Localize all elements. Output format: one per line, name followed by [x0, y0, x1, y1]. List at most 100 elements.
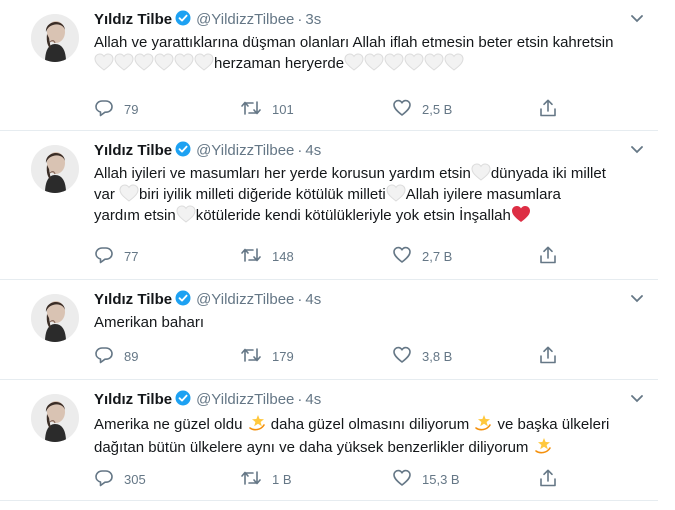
- verified-badge-icon: [175, 141, 191, 157]
- reply-button[interactable]: 305: [94, 468, 146, 488]
- reply-count: 305: [124, 472, 146, 487]
- tweet-text-seg-a: Amerika ne güzel oldu: [94, 416, 243, 433]
- like-count: 2,7 B: [422, 249, 453, 264]
- retweet-button[interactable]: 101: [240, 98, 294, 118]
- retweet-count: 1 B: [272, 472, 292, 487]
- timestamp[interactable]: 4s: [305, 391, 321, 408]
- white-heart-emoji: [194, 53, 214, 71]
- reply-button[interactable]: 77: [94, 245, 138, 265]
- reply-icon: [95, 470, 113, 487]
- tweet-text: Amerika ne güzel oldu daha güzel olmasın…: [94, 412, 648, 458]
- author-handle[interactable]: @YildizzTilbee: [196, 142, 294, 159]
- avatar[interactable]: [31, 145, 79, 193]
- like-count: 15,3 B: [422, 472, 460, 487]
- tweet-text-seg-g: kötüleride kendi kötülükleriyle yok etsi…: [195, 207, 511, 224]
- retweet-button[interactable]: 179: [240, 345, 294, 365]
- white-heart-emoji: [154, 53, 174, 71]
- tweet-text-seg-b: dünyada iki millet: [490, 165, 606, 182]
- white-heart-emoji: [119, 184, 139, 202]
- reply-icon: [95, 100, 113, 117]
- dizzy-star-emoji: [247, 412, 267, 432]
- white-heart-emoji: [384, 53, 404, 71]
- tweet-text-seg-d: dağıtan bütün ülkelere aynı ve daha yüks…: [94, 439, 529, 456]
- like-button[interactable]: 3,8 B: [392, 345, 452, 365]
- reply-count: 77: [124, 249, 139, 264]
- share-icon: [540, 469, 556, 487]
- retweet-icon: [241, 101, 261, 115]
- author-handle[interactable]: @YildizzTilbee: [196, 11, 294, 28]
- reply-icon: [95, 247, 113, 264]
- avatar[interactable]: [31, 394, 79, 442]
- timestamp[interactable]: 4s: [305, 291, 321, 308]
- retweet-count: 148: [272, 249, 294, 264]
- white-heart-emoji: [444, 53, 464, 71]
- like-button[interactable]: 2,5 B: [392, 98, 452, 118]
- tweet-text: Allah ve yarattıklarına düşman olanları …: [94, 32, 648, 74]
- share-button[interactable]: [538, 345, 568, 365]
- verified-badge-icon: [175, 390, 191, 406]
- reply-button[interactable]: 79: [94, 98, 138, 118]
- heart-icon: [393, 246, 411, 263]
- white-heart-emoji: [471, 163, 491, 181]
- tweet-text: Amerikan baharı: [94, 314, 205, 331]
- reply-button[interactable]: 89: [94, 345, 138, 365]
- tweet-text-seg-c: ve başka ülkeleri: [497, 416, 610, 433]
- avatar[interactable]: [31, 14, 79, 62]
- like-count: 2,5 B: [422, 102, 453, 117]
- tweet-text-seg-b: daha güzel olmasını diliyorum: [270, 416, 470, 433]
- tweet-text-seg-d: biri iyilik milleti diğeride kötülük mil…: [139, 186, 386, 203]
- like-count: 3,8 B: [422, 349, 453, 364]
- white-heart-emoji: [176, 205, 196, 223]
- separator-dot: ·: [297, 391, 303, 408]
- retweet-count: 179: [272, 349, 294, 364]
- reply-count: 79: [124, 102, 139, 117]
- tweet-feed: Yıldız Tilbe @YildizzTilbee · 3s Allah ve y…: [0, 0, 675, 510]
- verified-badge-icon: [175, 10, 191, 26]
- avatar[interactable]: [31, 294, 79, 342]
- red-heart-emoji: [511, 205, 531, 223]
- tweet-actions: 89 179 3,8 B: [94, 345, 564, 365]
- verified-badge-icon: [175, 290, 191, 306]
- heart-icon: [393, 469, 411, 486]
- tweet-4[interactable]: Yıldız Tilbe @YildizzTilbee · 4s Amerika ne…: [0, 380, 658, 501]
- timestamp[interactable]: 4s: [305, 142, 321, 159]
- retweet-button[interactable]: 1 B: [240, 468, 292, 488]
- reply-icon: [95, 347, 113, 364]
- white-heart-emoji: [364, 53, 384, 71]
- author-handle[interactable]: @YildizzTilbee: [196, 391, 294, 408]
- share-button[interactable]: [538, 98, 568, 118]
- tweet-1[interactable]: Yıldız Tilbe @YildizzTilbee · 3s Allah ve y…: [0, 0, 658, 131]
- author-name[interactable]: Yıldız Tilbe: [94, 11, 172, 28]
- retweet-count: 101: [272, 102, 294, 117]
- white-heart-emoji: [344, 53, 364, 71]
- author-name[interactable]: Yıldız Tilbe: [94, 391, 172, 408]
- like-button[interactable]: 15,3 B: [392, 468, 460, 488]
- separator-dot: ·: [297, 142, 303, 159]
- author-handle[interactable]: @YildizzTilbee: [196, 291, 294, 308]
- share-icon: [540, 99, 556, 117]
- share-icon: [540, 246, 556, 264]
- share-button[interactable]: [538, 245, 568, 265]
- heart-icon: [393, 99, 411, 116]
- tweet-text-seg-e: Allah iyilere masumlara: [405, 186, 561, 203]
- author-name[interactable]: Yıldız Tilbe: [94, 142, 172, 159]
- like-button[interactable]: 2,7 B: [392, 245, 452, 265]
- separator-dot: ·: [297, 291, 303, 308]
- white-heart-emoji: [174, 53, 194, 71]
- tweet-text-line1: Allah ve yarattıklarına düşman olanları …: [94, 34, 614, 51]
- share-icon: [540, 346, 556, 364]
- tweet-text: Allah iyileri ve masumları her yerde kor…: [94, 163, 648, 226]
- share-button[interactable]: [538, 468, 568, 488]
- tweet-3[interactable]: Yıldız Tilbe @YildizzTilbee · 4s Amerikan b…: [0, 280, 658, 380]
- separator-dot: ·: [297, 11, 303, 28]
- tweet-text-seg-f: yardım etsin: [94, 207, 176, 224]
- white-heart-emoji: [94, 53, 114, 71]
- retweet-button[interactable]: 148: [240, 245, 294, 265]
- author-name[interactable]: Yıldız Tilbe: [94, 291, 172, 308]
- white-heart-emoji: [134, 53, 154, 71]
- timestamp[interactable]: 3s: [305, 11, 321, 28]
- tweet-actions: 77 148 2,7 B: [94, 245, 564, 265]
- dizzy-star-emoji: [533, 435, 553, 455]
- tweet-2[interactable]: Yıldız Tilbe @YildizzTilbee · 4s Allah iyil…: [0, 131, 658, 280]
- tweet-text-seg-c: var: [94, 186, 115, 203]
